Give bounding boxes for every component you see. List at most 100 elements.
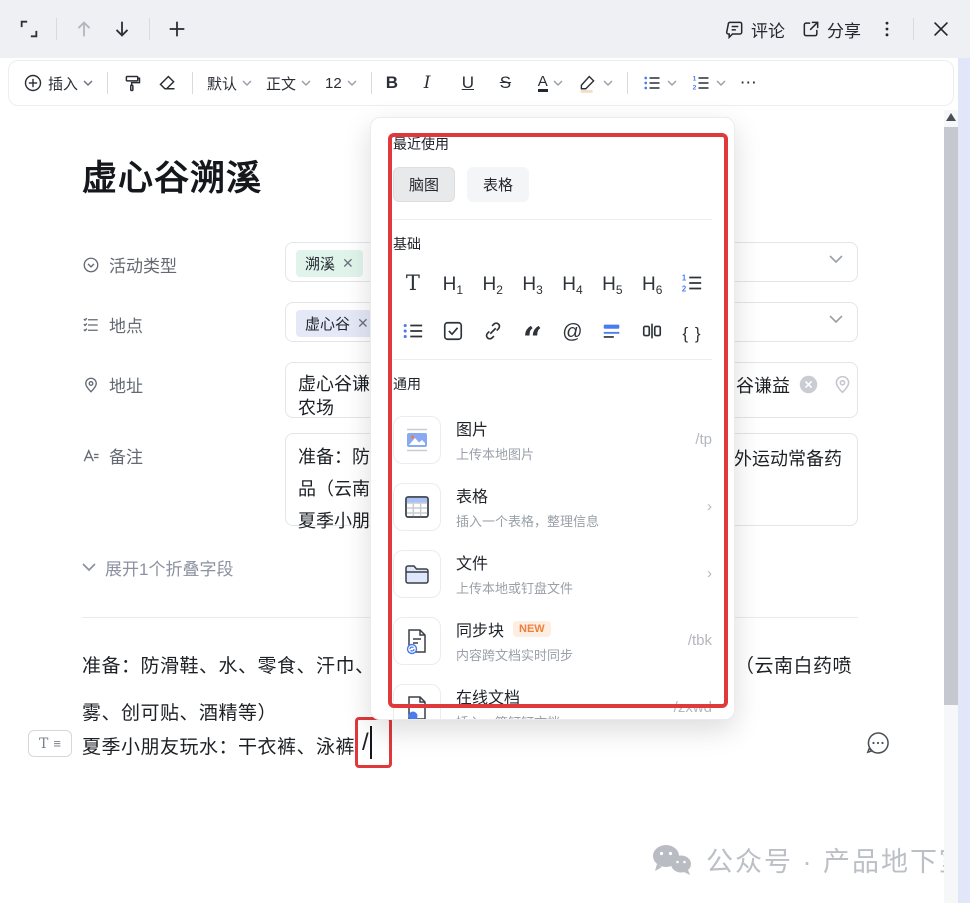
divider [913,18,914,40]
collapse-fields-toggle[interactable]: 展开1个折叠字段 [82,555,233,580]
field-label-notes: 备注 [82,443,143,468]
slash-command-menu: 最近使用 脑图 表格 基础 T H1 H2 H3 H4 H5 H6 1 2 [370,117,735,720]
svg-text:2: 2 [682,284,687,293]
page-title: 虚心谷溯溪 [82,150,262,201]
menu-item-table[interactable]: 表格 插入一个表格，整理信息 › [393,473,712,540]
bullet-list-button[interactable] [642,73,677,93]
map-pin-icon[interactable] [832,374,853,395]
quote-icon[interactable]: “ [523,326,543,350]
table-icon [393,483,441,531]
italic-button[interactable]: I [424,73,448,93]
nav-up-icon[interactable] [73,18,95,40]
font-size-select[interactable]: 12 [325,75,357,92]
underline-button[interactable]: U [462,73,486,93]
close-icon[interactable] [930,18,952,40]
menu-item-sync-block[interactable]: 同步块 NEW 内容跨文档实时同步 /tbk [393,607,712,674]
body-paragraph[interactable]: 雾、创可贴、酒精等） [82,698,277,725]
menu-item-file[interactable]: 文件 上传本地或钉盘文件 › [393,540,712,607]
location-pin-icon [82,376,100,394]
ordered-list-icon[interactable]: 1 2 [681,270,703,294]
body-paragraph[interactable]: 准备：防滑鞋、水、零食、汗巾、 [82,651,375,678]
format-painter-button[interactable] [122,73,143,94]
notes-text: 品（云南 [298,475,370,501]
divider [192,72,193,94]
format-toolbar: 插入 默认 正文 12 B I U S A [8,60,954,106]
svg-text:2: 2 [692,85,696,92]
highlight-block-icon[interactable] [601,318,623,342]
heading4-icon[interactable]: H4 [562,270,582,294]
scrollbar-thumb[interactable] [944,127,958,705]
recent-chip-mindmap[interactable]: 脑图 [393,167,455,202]
chevron-down-icon[interactable] [829,315,843,324]
share-icon [801,19,821,39]
cursor-annotation-box: / [355,717,392,768]
comment-button[interactable]: 评论 [725,17,785,42]
paragraph-style-select[interactable]: 正文 [266,73,311,94]
text-block-icon[interactable]: T [406,270,420,294]
shortcut-hint: /tbk [688,632,712,649]
svg-text:1: 1 [692,76,696,83]
mention-icon[interactable]: @ [562,318,582,342]
field-label-location: 地点 [82,312,143,337]
expand-icon[interactable] [18,18,40,40]
tag-remove-icon[interactable]: ✕ [357,315,369,332]
insert-button[interactable]: 插入 [23,73,93,94]
divider [149,18,150,40]
chevron-down-icon[interactable] [829,255,843,264]
address-text: 虚心谷谦 [298,370,370,396]
folder-icon [393,550,441,598]
heading3-icon[interactable]: H3 [522,270,542,294]
share-button[interactable]: 分享 [801,17,861,42]
heading1-icon[interactable]: H1 [443,270,463,294]
field-label-activity-type: 活动类型 [82,252,177,277]
link-icon[interactable] [482,318,504,342]
body-paragraph[interactable]: 夏季小朋友玩水：干衣裤、泳裤 [82,732,355,759]
eraser-icon [157,73,178,94]
more-menu-icon[interactable] [877,19,897,39]
recent-chip-table[interactable]: 表格 [467,167,529,202]
highlighter-icon [577,73,598,94]
add-comment-icon[interactable] [864,729,892,757]
field-label-address: 地址 [82,372,143,397]
heading5-icon[interactable]: H5 [602,270,622,294]
scrollbar-up-arrow[interactable] [946,113,956,121]
menu-item-online-doc[interactable]: 在线文档 插入一篇钉钉文档 /zxwd [393,674,712,720]
clear-format-button[interactable] [157,73,178,94]
shortcut-hint: /zxwd [674,699,712,716]
body-paragraph-fragment[interactable]: （云南白药喷 [735,651,852,678]
plus-circle-icon [23,73,43,93]
heading6-icon[interactable]: H6 [642,270,662,294]
address-text: 谷谦益 [736,372,790,398]
strikethrough-button[interactable]: S [500,73,524,93]
todo-checkbox-icon[interactable] [442,318,464,342]
bullet-list-icon [642,73,662,93]
theme-select[interactable]: 默认 [207,73,252,94]
clear-address-icon[interactable] [798,374,819,395]
heading2-icon[interactable]: H2 [482,270,502,294]
font-color-button[interactable]: A [538,74,563,93]
bullet-list-icon[interactable] [402,318,424,342]
bold-button[interactable]: B [386,73,410,93]
wechat-icon [650,842,694,878]
toolbar-more-button[interactable]: ⋯ [740,73,764,93]
tag-remove-icon[interactable]: ✕ [342,255,354,272]
tag-location[interactable]: 虚心谷 ✕ [296,310,378,337]
divider [56,18,57,40]
multiselect-field-icon [82,316,100,334]
menu-item-image[interactable]: 图片 上传本地图片 /tp [393,406,712,473]
columns-icon[interactable] [641,318,663,342]
new-tab-icon[interactable] [166,18,188,40]
divider [627,72,628,94]
address-text: 农场 [298,394,334,420]
numbered-list-icon: 1 2 [691,73,711,93]
block-type-handle[interactable]: T ≡ [28,730,72,757]
highlight-button[interactable] [577,73,613,94]
submenu-chevron-icon: › [707,565,712,582]
numbered-list-button[interactable]: 1 2 [691,73,726,93]
menu-divider [393,359,712,360]
tag-activity[interactable]: 溯溪 ✕ [296,250,363,277]
shortcut-hint: /tp [695,431,712,448]
code-braces-icon[interactable]: { } [683,318,702,342]
nav-down-icon[interactable] [111,18,133,40]
select-field-icon [82,256,100,274]
